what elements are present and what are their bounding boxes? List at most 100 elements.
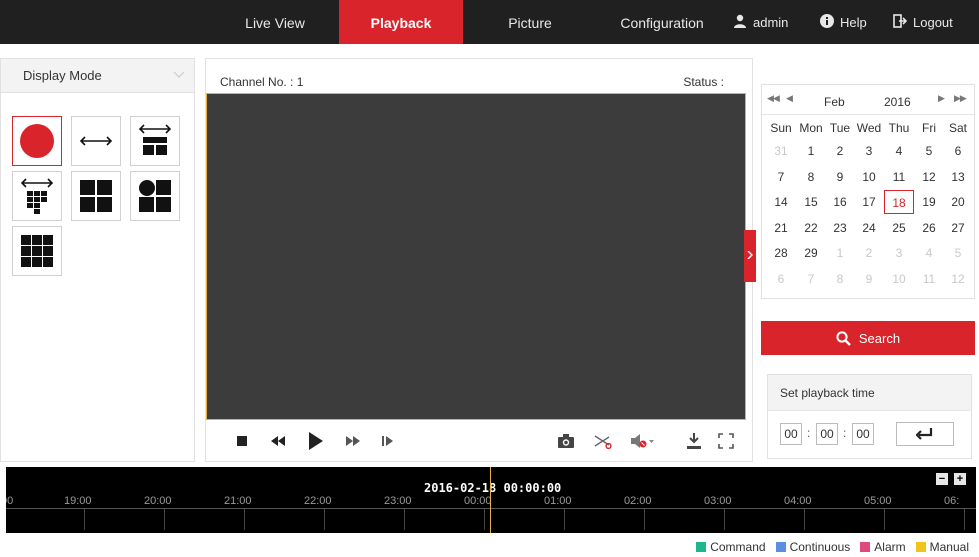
video-screen[interactable] [206, 93, 746, 420]
calendar-day[interactable]: 23 [825, 216, 855, 240]
grid-fit-mode-button[interactable] [12, 171, 62, 221]
tab-playback[interactable]: Playback [339, 0, 463, 44]
timeline-cursor[interactable] [490, 467, 491, 533]
calendar-day[interactable]: 6 [766, 267, 796, 291]
audio-button[interactable] [630, 431, 656, 451]
split-mode-button[interactable] [130, 171, 180, 221]
calendar-day[interactable]: 11 [914, 267, 944, 291]
logout-link[interactable]: Logout [893, 0, 953, 44]
capture-button[interactable] [556, 431, 576, 451]
calendar-day[interactable]: 13 [943, 165, 973, 189]
user-icon [733, 1, 747, 47]
tab-live-view[interactable]: Live View [216, 0, 334, 44]
calendar-day[interactable]: 12 [943, 267, 973, 291]
record-type-legend: Command Continuous Alarm Manual [686, 540, 969, 554]
calendar-day[interactable]: 26 [914, 216, 944, 240]
calendar-day[interactable]: 3 [854, 139, 884, 163]
single-frame-button[interactable] [378, 431, 398, 451]
download-button[interactable] [684, 431, 704, 451]
calendar-day[interactable]: 9 [854, 267, 884, 291]
fit-mode-button[interactable] [130, 116, 180, 166]
calendar-day[interactable]: 7 [796, 267, 826, 291]
calendar-day[interactable]: 25 [884, 216, 914, 240]
apply-time-button[interactable] [896, 422, 954, 446]
calendar-day[interactable]: 7 [766, 165, 796, 189]
enter-icon [916, 428, 933, 440]
calendar-day[interactable]: 9 [825, 165, 855, 189]
calendar-day[interactable]: 5 [914, 139, 944, 163]
slow-forward-button[interactable] [268, 431, 288, 451]
legend-swatch [915, 542, 926, 552]
timeline[interactable]: 2016-02-18 00:00:00 :00 19:00 20:00 21:00 22… [6, 467, 976, 533]
calendar-day[interactable]: 12 [914, 165, 944, 189]
stretch-mode-button[interactable] [71, 116, 121, 166]
quad-mode-button[interactable] [71, 171, 121, 221]
timeline-hour-label: 03:00 [704, 495, 732, 507]
prev-year-icon[interactable]: ◀◀ [767, 93, 780, 104]
timeline-hour-label: :00 [6, 495, 14, 507]
calendar-day[interactable]: 31 [766, 139, 796, 163]
tab-configuration[interactable]: Configuration [600, 0, 724, 44]
calendar-day[interactable]: 10 [884, 267, 914, 291]
zoom-out-button[interactable]: − [936, 473, 948, 485]
calendar-day[interactable]: 14 [766, 190, 796, 214]
calendar-day[interactable]: 4 [884, 139, 914, 163]
scissors-icon [594, 435, 612, 449]
calendar-day[interactable]: 29 [796, 241, 826, 265]
timeline-tick [484, 508, 485, 530]
display-mode-header[interactable]: Display Mode [1, 59, 194, 93]
weekday-label: Tue [829, 121, 851, 135]
search-button[interactable]: Search [761, 321, 975, 355]
prev-month-icon[interactable]: ◀ [786, 93, 793, 104]
minute-field[interactable]: 00 [816, 423, 838, 445]
calendar-day[interactable]: 2 [854, 241, 884, 265]
next-year-icon[interactable]: ▶▶ [954, 93, 967, 104]
calendar-day[interactable]: 22 [796, 216, 826, 240]
legend-swatch [696, 542, 707, 552]
calendar-day[interactable]: 21 [766, 216, 796, 240]
weekday-label: Fri [922, 121, 936, 135]
fit-layout-icon [138, 124, 172, 155]
help-link[interactable]: Help [820, 0, 867, 44]
hour-field[interactable]: 00 [780, 423, 802, 445]
zoom-in-button[interactable]: + [954, 473, 966, 485]
calendar-year: 2016 [884, 95, 911, 109]
play-button[interactable] [306, 431, 326, 451]
calendar-day[interactable]: 4 [914, 241, 944, 265]
record-mode-button[interactable] [12, 116, 62, 166]
calendar-day[interactable]: 1 [796, 139, 826, 163]
calendar-day[interactable]: 28 [766, 241, 796, 265]
tab-picture[interactable]: Picture [470, 0, 590, 44]
fast-forward-button[interactable] [343, 431, 363, 451]
clip-button[interactable] [592, 431, 614, 451]
calendar-day[interactable]: 16 [825, 190, 855, 214]
collapse-panel-button[interactable] [744, 230, 756, 282]
calendar-day[interactable]: 6 [943, 139, 973, 163]
grid-mode-button[interactable] [12, 226, 62, 276]
second-field[interactable]: 00 [852, 423, 874, 445]
weekday-label: Thu [888, 121, 910, 135]
mute-icon [631, 434, 654, 448]
calendar-day[interactable]: 20 [943, 190, 973, 214]
timeline-track [6, 508, 976, 509]
user-menu[interactable]: admin [733, 0, 788, 44]
calendar-day[interactable]: 1 [825, 241, 855, 265]
calendar-day[interactable]: 19 [914, 190, 944, 214]
calendar-day[interactable]: 8 [796, 165, 826, 189]
calendar-day[interactable]: 17 [854, 190, 884, 214]
calendar-day[interactable]: 5 [943, 241, 973, 265]
stop-button[interactable] [234, 431, 250, 451]
calendar-day[interactable]: 11 [884, 165, 914, 189]
calendar-day[interactable]: 2 [825, 139, 855, 163]
fullscreen-button[interactable] [716, 431, 736, 451]
calendar-day[interactable]: 3 [884, 241, 914, 265]
calendar-day[interactable]: 8 [825, 267, 855, 291]
calendar-day[interactable]: 15 [796, 190, 826, 214]
calendar-day[interactable]: 18 [884, 190, 914, 214]
calendar-day[interactable]: 27 [943, 216, 973, 240]
timeline-tick [84, 508, 85, 530]
display-mode-title: Display Mode [23, 68, 102, 83]
next-month-icon[interactable]: ▶ [938, 93, 945, 104]
calendar-day[interactable]: 24 [854, 216, 884, 240]
calendar-day[interactable]: 10 [854, 165, 884, 189]
